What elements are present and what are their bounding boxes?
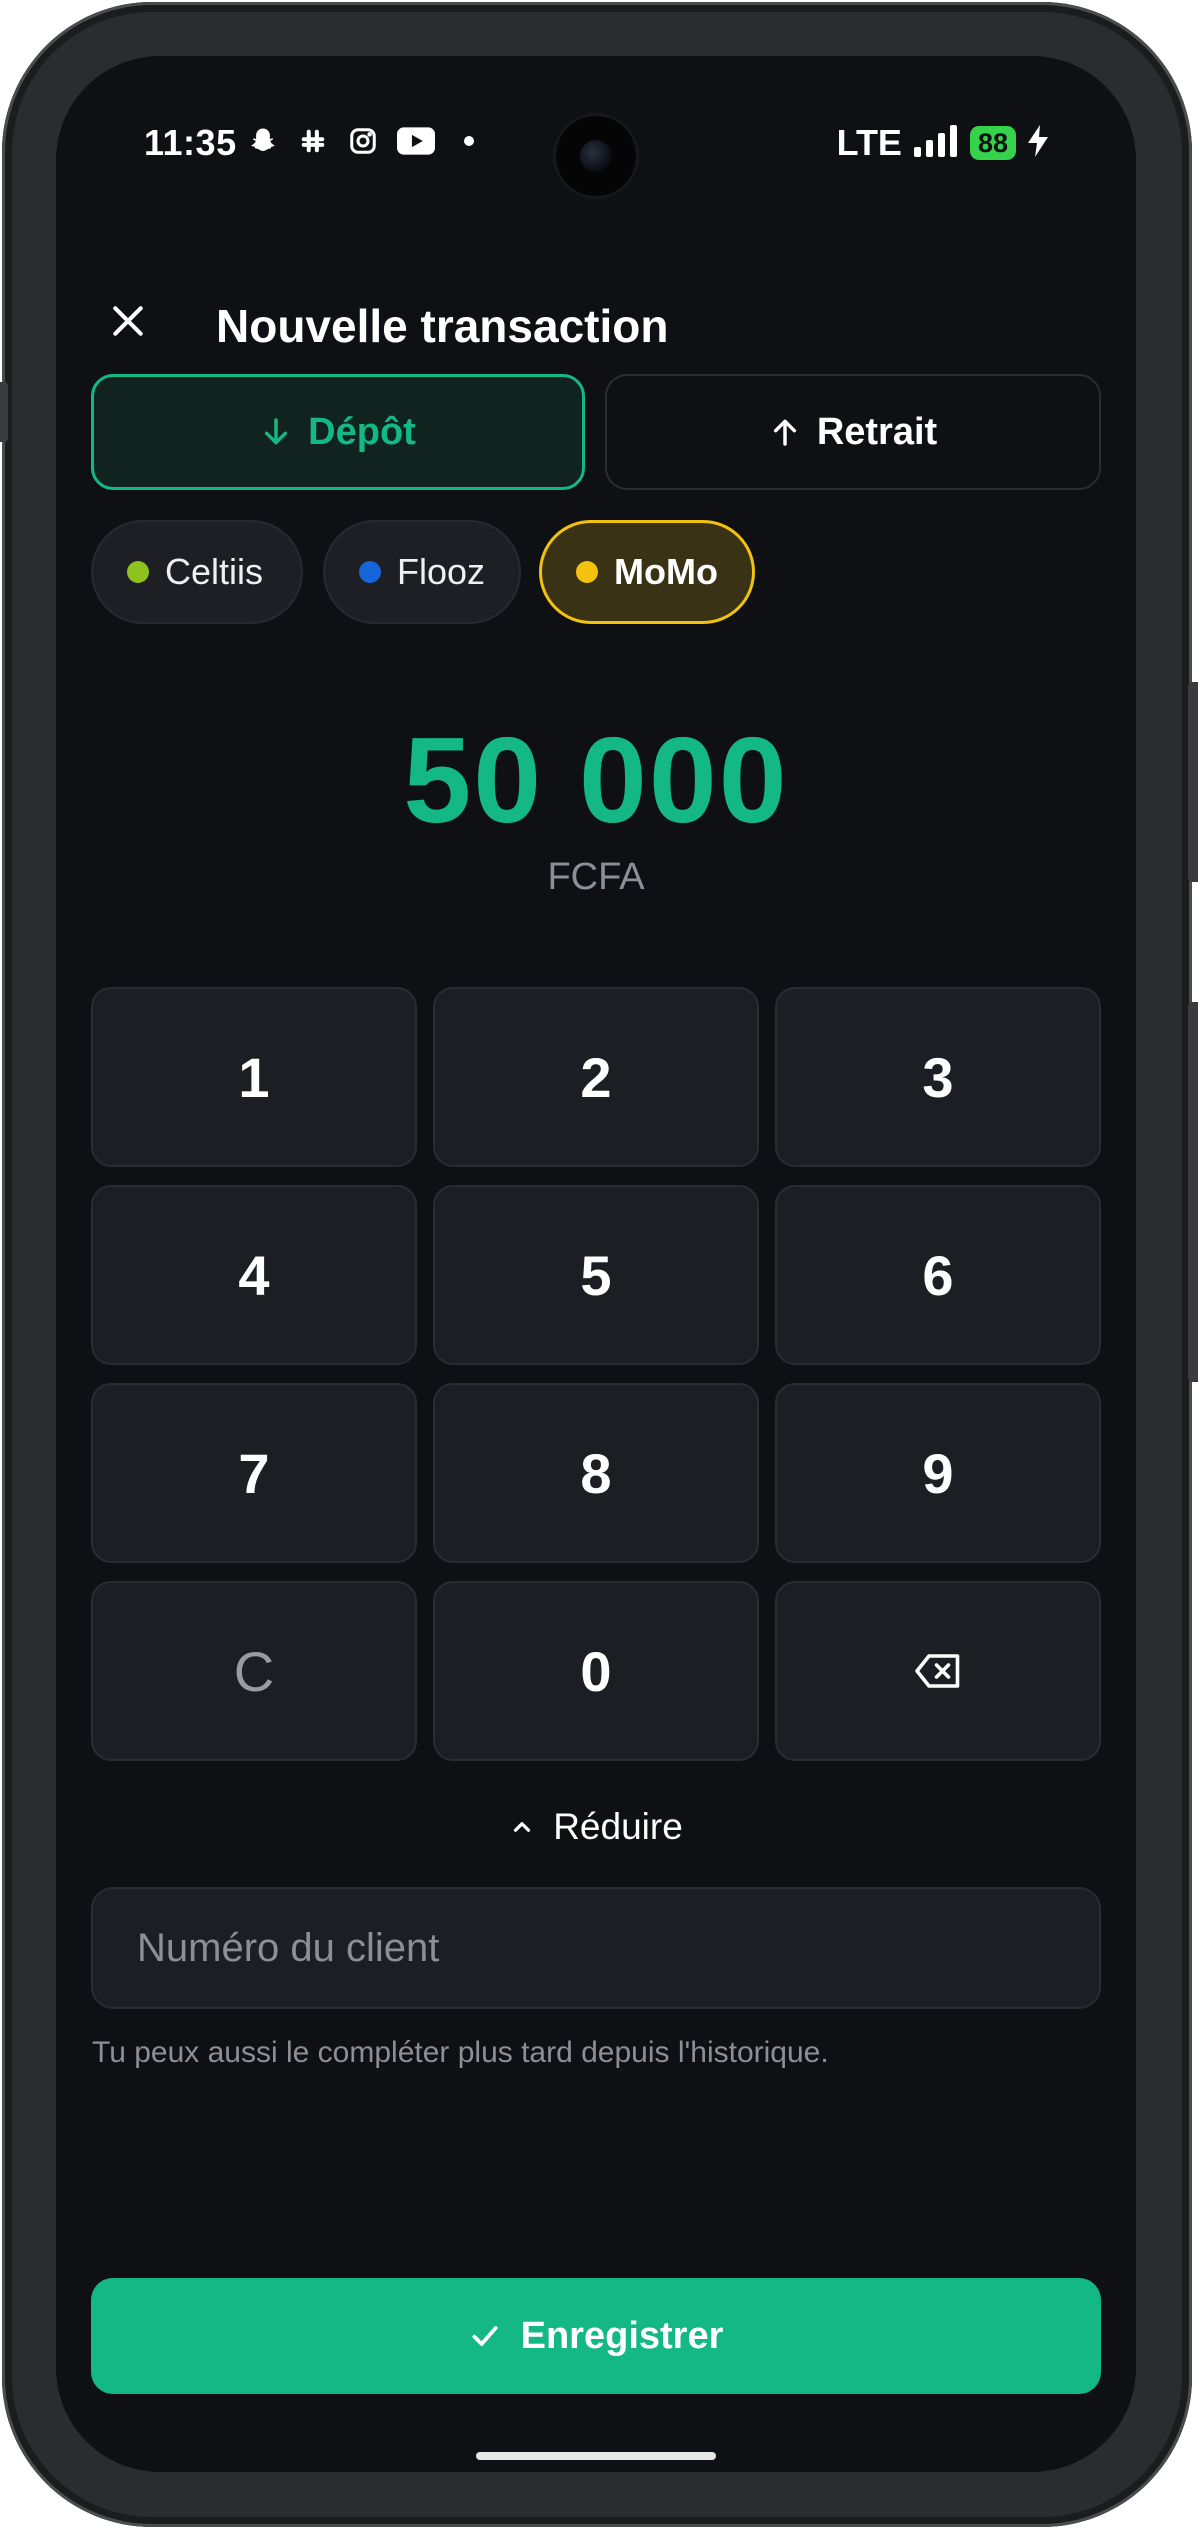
save-label: Enregistrer (520, 2314, 724, 2357)
save-button[interactable]: Enregistrer (91, 2278, 1101, 2394)
key-1[interactable]: 1 (91, 987, 417, 1167)
celtiis-dot (127, 561, 149, 583)
notification-icons (246, 124, 486, 158)
client-hint: Tu peux aussi le compléter plus tard dep… (92, 2036, 829, 2069)
youtube-icon (396, 124, 436, 158)
deposit-button[interactable]: Dépôt (91, 374, 585, 490)
key-clear[interactable]: C (91, 1581, 417, 1761)
withdraw-button[interactable]: Retrait (605, 374, 1101, 490)
snapchat-icon (246, 124, 280, 158)
operator-label: Celtiis (165, 551, 264, 592)
signal-icon (913, 124, 958, 162)
withdraw-label: Retrait (816, 410, 938, 453)
side-button (0, 382, 8, 442)
client-number-input[interactable] (91, 1887, 1101, 2009)
key-9[interactable]: 9 (775, 1383, 1101, 1563)
momo-dot (576, 561, 598, 583)
key-3[interactable]: 3 (775, 987, 1101, 1167)
charging-icon (1028, 124, 1048, 162)
operator-chip-momo[interactable]: MoMo (539, 520, 755, 624)
key-2[interactable]: 2 (433, 987, 759, 1167)
close-button[interactable] (98, 291, 158, 351)
key-8[interactable]: 8 (433, 1383, 759, 1563)
key-0[interactable]: 0 (433, 1581, 759, 1761)
key-7[interactable]: 7 (91, 1383, 417, 1563)
dot-icon (452, 124, 486, 158)
instagram-icon (346, 124, 380, 158)
status-right: LTE 88 (837, 122, 1048, 164)
app-header: Nouvelle transaction (56, 291, 1136, 361)
operator-chip-flooz[interactable]: Flooz (323, 520, 521, 624)
page-title: Nouvelle transaction (216, 300, 669, 352)
arrow-down-icon (265, 418, 288, 445)
operator-label: MoMo (614, 551, 718, 592)
operator-chip-celtiis[interactable]: Celtiis (91, 520, 303, 624)
status-time: 11:35 (144, 122, 237, 163)
operator-label: Flooz (397, 551, 486, 592)
app-screen: 11:35 LTE 88 Nouvelle transaction Dépôt … (56, 56, 1136, 2472)
amount-value: 50 000 (403, 712, 789, 848)
deposit-label: Dépôt (308, 410, 416, 453)
battery-level: 88 (969, 126, 1016, 160)
backspace-icon (915, 1654, 960, 1688)
close-icon (113, 306, 143, 336)
side-button (1188, 682, 1198, 882)
arrow-up-icon (773, 419, 796, 446)
key-6[interactable]: 6 (775, 1185, 1101, 1365)
numeric-keypad: 1 2 3 4 5 6 7 8 9 C 0 (91, 987, 1101, 1761)
key-backspace[interactable] (775, 1581, 1101, 1761)
reduce-button[interactable]: Réduire (56, 1806, 1136, 1848)
reduce-label: Réduire (553, 1806, 683, 1847)
check-icon (472, 2326, 498, 2346)
amount-currency: FCFA (547, 856, 645, 898)
flooz-dot (359, 561, 381, 583)
status-bar: 11:35 LTE 88 (56, 56, 1136, 206)
slack-icon (296, 124, 330, 158)
key-5[interactable]: 5 (433, 1185, 759, 1365)
home-indicator[interactable] (476, 2452, 716, 2460)
chevron-up-icon (514, 1822, 531, 1832)
network-type: LTE (836, 122, 902, 163)
key-4[interactable]: 4 (91, 1185, 417, 1365)
side-button (1188, 1002, 1198, 1382)
front-camera (556, 116, 636, 196)
